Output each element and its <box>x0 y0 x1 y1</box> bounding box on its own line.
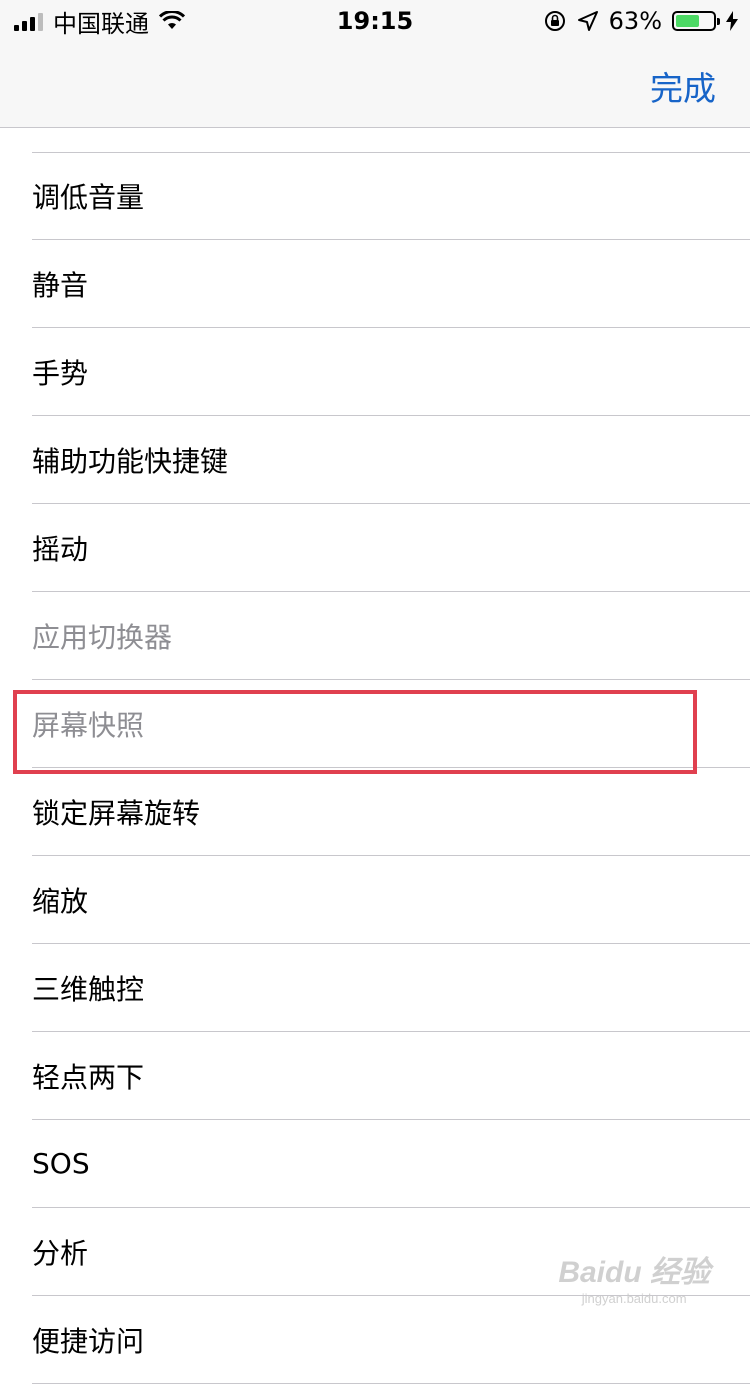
list-item-label: 便捷访问 <box>32 1320 144 1360</box>
list-item: 屏幕快照 <box>32 680 750 768</box>
list-item-label: 手势 <box>32 352 88 392</box>
done-button[interactable]: 完成 <box>650 62 716 110</box>
battery-level <box>676 15 699 27</box>
list-item[interactable]: 辅助功能快捷键 <box>32 416 750 504</box>
watermark-url: jingyan.baidu.com <box>558 1291 710 1306</box>
list-item[interactable]: 静音 <box>32 240 750 328</box>
list-item-label: 轻点两下 <box>32 1056 144 1096</box>
list-item[interactable]: 缩放 <box>32 856 750 944</box>
battery-percent: 63% <box>609 7 662 35</box>
list-item[interactable]: 摇动 <box>32 504 750 592</box>
list-item-label: SOS <box>32 1147 90 1180</box>
battery-icon <box>672 11 716 31</box>
list-item[interactable]: 便捷访问 <box>32 1296 750 1384</box>
list-item[interactable]: 轻点两下 <box>32 1032 750 1120</box>
list-item: 应用切换器 <box>32 592 750 680</box>
action-list: 调低音量静音手势辅助功能快捷键摇动应用切换器屏幕快照锁定屏幕旋转缩放三维触控轻点… <box>0 152 750 1384</box>
list-item-label: 辅助功能快捷键 <box>32 440 228 480</box>
status-bar: 中国联通 19:15 63% <box>0 0 750 42</box>
list-item-label: 三维触控 <box>32 968 144 1008</box>
list-item-label: 缩放 <box>32 880 88 920</box>
list-item-label: 锁定屏幕旋转 <box>32 792 200 832</box>
list-items: 调低音量静音手势辅助功能快捷键摇动应用切换器屏幕快照锁定屏幕旋转缩放三维触控轻点… <box>0 152 750 1384</box>
watermark-logo: Baidu 经验 <box>558 1247 710 1291</box>
list-item-label: 静音 <box>32 264 88 304</box>
list-item-label: 分析 <box>32 1232 88 1272</box>
list-item[interactable]: 手势 <box>32 328 750 416</box>
navigation-bar: 完成 <box>0 42 750 128</box>
location-icon <box>577 10 599 32</box>
list-item-label: 屏幕快照 <box>32 704 144 744</box>
orientation-lock-icon <box>543 9 567 33</box>
watermark: Baidu 经验 jingyan.baidu.com <box>558 1247 710 1306</box>
charging-bolt-icon <box>726 11 738 31</box>
list-item[interactable]: 锁定屏幕旋转 <box>32 768 750 856</box>
list-item[interactable]: SOS <box>32 1120 750 1208</box>
list-item[interactable]: 调低音量 <box>32 152 750 240</box>
list-item-label: 调低音量 <box>32 176 144 216</box>
list-item-label: 摇动 <box>32 528 88 568</box>
status-right: 63% <box>543 6 738 36</box>
list-item[interactable]: 三维触控 <box>32 944 750 1032</box>
list-item-label: 应用切换器 <box>32 616 172 656</box>
